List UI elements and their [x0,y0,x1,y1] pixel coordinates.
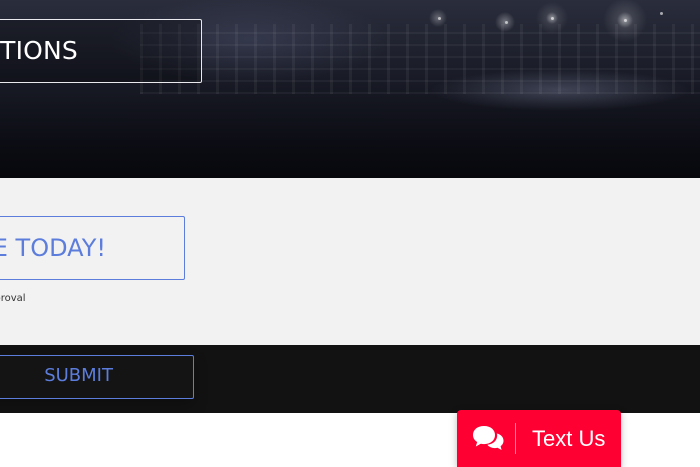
hero-action-button[interactable]: CTIONS [0,19,202,83]
text-us-label: Text Us [532,426,606,451]
text-us-divider [515,423,516,454]
content-section: ME TODAY! pproval [0,178,700,345]
hero-banner: CTIONS [0,0,700,178]
approval-note: pproval [0,293,26,304]
hero-background-lights [140,24,700,94]
chat-bubbles-icon [473,426,504,450]
hero-light [624,19,627,22]
hero-light [438,17,441,20]
form-bar: SUBMIT [0,345,700,413]
hero-light [551,17,554,20]
hero-light [660,12,663,15]
hero-light [505,21,508,24]
submit-button[interactable]: SUBMIT [0,355,194,399]
text-us-button[interactable]: Text Us [457,410,621,467]
call-to-action-box[interactable]: ME TODAY! [0,216,185,280]
